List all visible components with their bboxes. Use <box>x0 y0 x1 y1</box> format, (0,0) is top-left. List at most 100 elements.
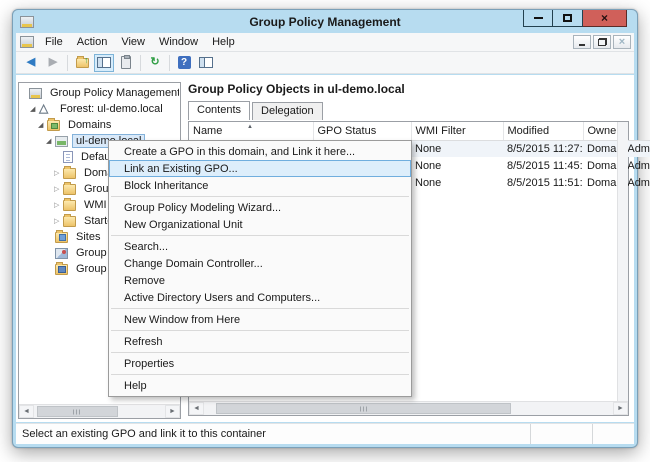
caption-buttons: × <box>523 10 627 27</box>
context-create-a-gpo-in-this-domain-and-link-it-here[interactable]: Create a GPO in this domain, and Link it… <box>109 143 411 160</box>
context-group-policy-modeling-wizard[interactable]: Group Policy Modeling Wizard... <box>109 199 411 216</box>
column-header-modified[interactable]: Modified <box>503 122 583 140</box>
tree-item-domains[interactable]: ◢Domains <box>20 117 179 133</box>
paste-button[interactable] <box>116 54 136 72</box>
help-icon: ? <box>178 56 191 69</box>
column-header-name[interactable]: Name ▲ <box>189 122 313 140</box>
context-active-directory-users-and-computers[interactable]: Active Directory Users and Computers... <box>109 289 411 306</box>
back-icon: ◀ <box>27 57 35 68</box>
scroll-right-icon[interactable]: ► <box>165 405 180 418</box>
context-block-inheritance[interactable]: Block Inheritance <box>109 177 411 194</box>
menu-help[interactable]: Help <box>205 34 242 50</box>
sort-ascending-icon: ▲ <box>247 124 253 130</box>
maximize-button[interactable] <box>553 10 583 27</box>
mdi-close-button[interactable]: × <box>613 35 631 49</box>
scroll-left-icon[interactable]: ◄ <box>189 402 204 415</box>
help-button[interactable]: ? <box>174 54 194 72</box>
group-policy-management-window: Group Policy Management × FileActionView… <box>12 9 638 448</box>
forward-button[interactable]: ▶ <box>43 54 63 72</box>
column-header-label: Owner <box>588 125 620 137</box>
menu-separator <box>111 308 409 309</box>
menu-separator <box>111 330 409 331</box>
minimize-button[interactable] <box>523 10 553 27</box>
expander-closed-icon[interactable]: ▷ <box>54 202 63 209</box>
scroll-left-icon[interactable]: ◄ <box>19 405 34 418</box>
folder-icon <box>63 184 76 195</box>
folder-icon <box>63 216 76 227</box>
toolbar-separator <box>169 55 170 71</box>
tree-item-group-policy-management[interactable]: Group Policy Management <box>20 85 179 101</box>
show-console-tree-button[interactable] <box>94 54 114 72</box>
console-icon <box>29 88 42 99</box>
tree-item-label: Sites <box>72 230 104 244</box>
scrollbar-track[interactable] <box>34 405 165 418</box>
restore-icon <box>598 38 607 46</box>
expander-closed-icon[interactable]: ▷ <box>54 170 63 177</box>
close-button[interactable]: × <box>583 10 627 27</box>
expander-open-icon[interactable]: ◢ <box>30 106 39 113</box>
menu-file[interactable]: File <box>38 34 70 50</box>
forward-icon: ▶ <box>49 57 57 68</box>
scrollbar-thumb[interactable] <box>37 406 118 417</box>
context-properties[interactable]: Properties <box>109 355 411 372</box>
app-icon <box>20 16 34 28</box>
tree-horizontal-scrollbar[interactable]: ◄ ► <box>19 404 180 418</box>
mdi-window-buttons: × <box>571 35 634 49</box>
show-console-tree-icon <box>97 57 111 68</box>
menu-separator <box>111 352 409 353</box>
menu-window[interactable]: Window <box>152 34 205 50</box>
context-help[interactable]: Help <box>109 377 411 394</box>
mdi-restore-button[interactable] <box>593 35 611 49</box>
cell-wmi-filter: None <box>411 140 503 157</box>
domain-icon <box>55 136 68 147</box>
expander-closed-icon[interactable]: ▷ <box>54 218 63 225</box>
context-search[interactable]: Search... <box>109 238 411 255</box>
tree-item-forest-ul-demo-local[interactable]: ◢ Forest: ul-demo.local <box>20 101 179 117</box>
expander-open-icon[interactable]: ◢ <box>38 122 47 129</box>
menu-view[interactable]: View <box>114 34 152 50</box>
close-icon: × <box>619 37 625 48</box>
menu-action[interactable]: Action <box>70 34 115 50</box>
toolbar-separator <box>67 55 68 71</box>
titlebar[interactable]: Group Policy Management × <box>13 10 637 33</box>
expander-closed-icon[interactable]: ▷ <box>54 186 63 193</box>
scrollbar-thumb[interactable] <box>216 403 510 414</box>
context-link-an-existing-gpo[interactable]: Link an Existing GPO... <box>109 160 411 177</box>
up-one-level-button[interactable] <box>72 54 92 72</box>
column-header-label: Modified <box>508 125 550 137</box>
gpo-icon <box>63 151 73 163</box>
tab-delegation[interactable]: Delegation <box>252 102 323 120</box>
tab-contents[interactable]: Contents <box>188 101 250 120</box>
context-new-organizational-unit[interactable]: New Organizational Unit <box>109 216 411 233</box>
results-icon <box>55 264 68 275</box>
export-list-button[interactable] <box>196 54 216 72</box>
context-refresh[interactable]: Refresh <box>109 333 411 350</box>
context-new-window-from-here[interactable]: New Window from Here <box>109 311 411 328</box>
column-header-wmi-filter[interactable]: WMI Filter <box>411 122 503 140</box>
context-change-domain-controller[interactable]: Change Domain Controller... <box>109 255 411 272</box>
scroll-right-icon[interactable]: ► <box>613 402 628 415</box>
column-header-label: Name <box>193 125 222 137</box>
results-pane-title: Group Policy Objects in ul-demo.local <box>185 80 631 101</box>
column-header-label: GPO Status <box>318 125 377 137</box>
modeling-icon <box>55 248 68 259</box>
list-vertical-scrollbar[interactable] <box>617 122 628 401</box>
refresh-button[interactable]: ↻ <box>145 54 165 72</box>
cell-wmi-filter: None <box>411 174 503 191</box>
context-remove[interactable]: Remove <box>109 272 411 289</box>
back-button[interactable]: ◀ <box>21 54 41 72</box>
scrollbar-track[interactable] <box>204 402 613 415</box>
list-horizontal-scrollbar[interactable]: ◄ ► <box>189 401 628 415</box>
minimize-icon <box>579 44 585 46</box>
domains-icon <box>47 120 60 131</box>
tree-item-label: Forest: ul-demo.local <box>56 102 167 116</box>
tree-item-label: Group Policy Management <box>46 86 179 100</box>
toolbar-separator <box>140 55 141 71</box>
mdi-minimize-button[interactable] <box>573 35 591 49</box>
expander-open-icon[interactable]: ◢ <box>46 138 55 145</box>
up-one-level-icon <box>76 58 89 68</box>
forest-icon <box>39 104 52 115</box>
column-header-gpo-status[interactable]: GPO Status <box>313 122 411 140</box>
cell-wmi-filter: None <box>411 157 503 174</box>
tabs: ContentsDelegation <box>185 101 631 119</box>
